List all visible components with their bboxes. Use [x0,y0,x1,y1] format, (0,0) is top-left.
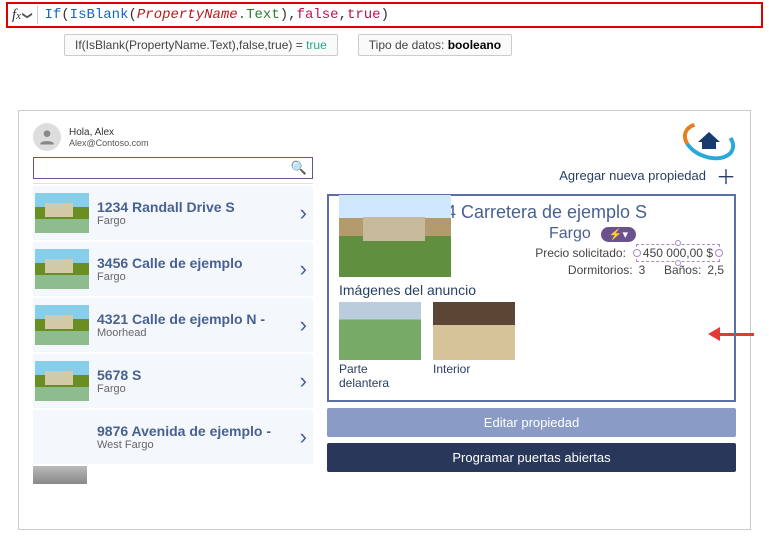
chevron-right-icon[interactable]: › [300,368,311,394]
left-column: Hola, Alex Alex@Contoso.com 🔍 1234 Randa… [33,123,313,517]
property-thumb [35,193,89,233]
list-item-peek[interactable] [33,466,87,484]
list-item[interactable]: 3456 Calle de ejemplo Fargo › [33,242,313,296]
detail-card[interactable]: 1234 Carretera de ejemplo S Fargo ⚡▾ Pre… [327,194,736,402]
search-icon[interactable]: 🔍 [286,160,312,176]
user-email: Alex@Contoso.com [69,138,149,148]
list-item[interactable]: 5678 S Fargo › [33,354,313,408]
tok-if: If [44,7,61,23]
property-thumb [35,361,89,401]
app-canvas: Hola, Alex Alex@Contoso.com 🔍 1234 Randa… [18,110,751,530]
user-header: Hola, Alex Alex@Contoso.com [33,123,313,151]
list-item[interactable]: 4321 Calle de ejemplo N - Moorhead › [33,298,313,352]
baths-label: Baños: [664,263,701,277]
user-greeting: Hola, Alex [69,127,149,138]
formula-result: If(IsBlank(PropertyName.Text),false,true… [64,34,338,56]
detail-fields: Fargo ⚡▾ Precio solicitado: 450 000,00 $ [461,223,724,280]
chevron-right-icon[interactable]: › [300,200,311,226]
chevron-right-icon[interactable]: › [300,312,311,338]
plus-icon: ＋ [716,161,736,190]
price-label: Precio solicitado: [535,246,626,260]
gallery: Parte delantera Interior [339,302,724,390]
property-title: 3456 Calle de ejemplo [97,255,292,271]
logo-row [327,123,736,159]
edit-property-button[interactable]: Editar propiedad [327,408,736,437]
gallery-item[interactable]: Interior [433,302,515,390]
formula-type: Tipo de datos: booleano [358,34,512,56]
search-input[interactable] [34,158,286,178]
beds-label: Dormitorios: [568,263,633,277]
property-city: Moorhead [97,327,292,339]
property-city: West Fargo [97,439,292,451]
gallery-label: Imágenes del anuncio [339,282,724,298]
gallery-img-interior [433,302,515,360]
property-city: Fargo [97,271,292,283]
formula-bar[interactable]: fx ❯ If(IsBlank(PropertyName.Text),false… [6,2,763,28]
divider [37,6,38,24]
search-box[interactable]: 🔍 [33,157,313,179]
add-property-label: Agregar nueva propiedad [559,168,706,183]
fx-icon: fx [12,7,21,24]
avatar [33,123,61,151]
list-item[interactable]: 9876 Avenida de ejemplo - West Fargo › [33,410,313,464]
gallery-img-front [339,302,421,360]
property-thumb [35,249,89,289]
right-column: Agregar nueva propiedad ＋ 1234 Carretera… [327,123,736,517]
formula-result-row: If(IsBlank(PropertyName.Text),false,true… [0,30,769,60]
detail-city: Fargo [549,225,591,243]
property-title: 9876 Avenida de ejemplo - [97,423,292,439]
chevron-right-icon[interactable]: › [300,424,311,450]
price-value-selected[interactable]: 450 000,00 $ [636,244,720,262]
gallery-caption: Parte delantera [339,362,421,390]
property-title: 4321 Calle de ejemplo N - [97,311,292,327]
property-city: Fargo [97,215,292,227]
beds-value: 3 [639,263,646,277]
detail-photo [339,195,451,277]
formula-input[interactable]: If(IsBlank(PropertyName.Text),false,true… [44,7,757,23]
list-item[interactable]: 1234 Randall Drive S Fargo › [33,186,313,240]
schedule-open-house-button[interactable]: Programar puertas abiertas [327,443,736,472]
add-property-button[interactable]: Agregar nueva propiedad ＋ [327,161,736,190]
baths-value: 2,5 [707,263,724,277]
property-list[interactable]: 1234 Randall Drive S Fargo › 3456 Calle … [33,183,313,517]
property-city: Fargo [97,383,292,395]
property-title: 1234 Randall Drive S [97,199,292,215]
gallery-item[interactable]: Parte delantera [339,302,421,390]
property-thumb [35,305,89,345]
copilot-badge-icon[interactable]: ⚡▾ [601,227,636,242]
chevron-right-icon[interactable]: › [300,256,311,282]
property-title: 5678 S [97,367,292,383]
chevron-down-icon[interactable]: ❯ [22,11,33,19]
gallery-caption: Interior [433,362,515,376]
app-logo [682,123,736,159]
